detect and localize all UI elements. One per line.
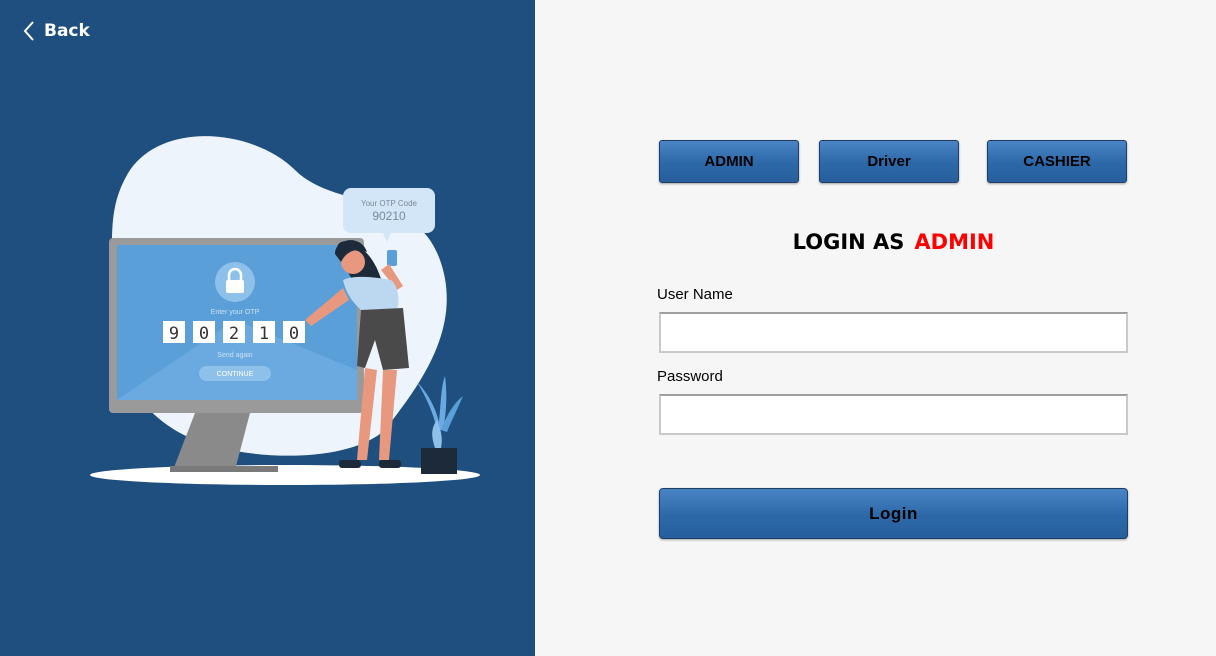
otp-digit: 0 (199, 324, 209, 344)
otp-digit-row: 9 0 2 1 0 (163, 321, 305, 344)
enter-otp-label: Enter your OTP (211, 309, 260, 316)
plant-decoration (417, 376, 463, 474)
login-current-role: ADMIN (914, 230, 995, 254)
role-cashier-button[interactable]: CASHIER (987, 140, 1127, 183)
back-button[interactable]: Back (22, 20, 90, 42)
send-again-label: Send again (217, 352, 253, 359)
left-panel: Back Enter your OTP 9 0 2 1 0 Send again… (0, 0, 535, 656)
role-driver-button[interactable]: Driver (819, 140, 959, 183)
chevron-left-icon (23, 21, 34, 41)
otp-digit: 0 (289, 324, 299, 344)
back-label: Back (44, 21, 90, 41)
lock-icon (226, 280, 244, 293)
password-label: Password (657, 368, 723, 385)
password-input[interactable] (659, 394, 1128, 435)
username-input[interactable] (659, 312, 1128, 353)
otp-digit: 9 (169, 324, 179, 344)
otp-illustration: Enter your OTP 9 0 2 1 0 Send again CONT… (90, 136, 480, 485)
otp-digit: 2 (229, 324, 239, 344)
continue-label: CONTINUE (217, 371, 254, 378)
otp-digit: 1 (259, 324, 269, 344)
login-title: LOGIN AS ADMIN (660, 230, 1127, 254)
otp-bubble-title: Your OTP Code (361, 199, 418, 208)
username-label: User Name (657, 286, 733, 303)
login-title-prefix: LOGIN AS (792, 230, 905, 254)
role-admin-button[interactable]: ADMIN (659, 140, 799, 183)
login-button[interactable]: Login (659, 488, 1128, 539)
otp-bubble-code: 90210 (372, 209, 406, 223)
